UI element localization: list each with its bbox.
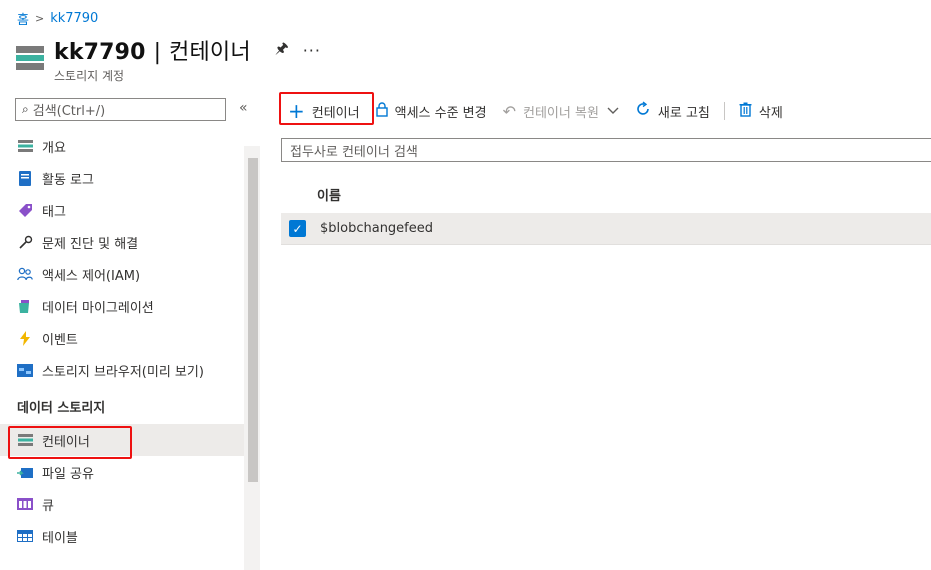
tag-icon	[17, 202, 33, 218]
more-options-button[interactable]: ···	[303, 41, 321, 60]
undo-icon: ↶	[502, 101, 517, 121]
storage-browser-icon	[17, 362, 33, 378]
restore-containers-button[interactable]: ↶ 컨테이너 복원	[495, 96, 627, 126]
file-share-icon	[17, 464, 33, 480]
checkmark-icon: ✓	[292, 221, 303, 236]
sidebar-nav: 개요 활동 로그 태그 문제 진단 및 해결 액세스 제어(IAM) 데이터 마…	[0, 130, 244, 552]
breadcrumb: 홈 > kk7790	[17, 9, 98, 28]
toolbar-divider	[723, 102, 725, 120]
sidebar-item-file-shares[interactable]: 파일 공유	[0, 456, 244, 488]
highlight-containers-nav	[8, 426, 132, 459]
page-header: kk7790 | 컨테이너 🖈︎ ··· 스토리지 계정	[16, 34, 321, 84]
queue-icon	[17, 496, 33, 512]
sidebar-section-data-storage: 데이터 스토리지	[17, 401, 106, 416]
refresh-button[interactable]: 새로 고침	[627, 96, 718, 126]
refresh-icon	[635, 101, 651, 121]
lightning-icon	[17, 330, 33, 346]
lock-icon	[375, 101, 388, 121]
table-row[interactable]: ✓ $blobchangefeed	[281, 213, 931, 245]
page-title: kk7790 | 컨테이너	[54, 40, 251, 65]
sidebar-item-events[interactable]: 이벤트	[0, 322, 244, 354]
sidebar-item-tags[interactable]: 태그	[0, 194, 244, 226]
sidebar-item-overview[interactable]: 개요	[0, 130, 244, 162]
breadcrumb-current[interactable]: kk7790	[50, 11, 98, 26]
people-icon	[17, 266, 33, 282]
sidebar-item-activity-log[interactable]: 활동 로그	[0, 162, 244, 194]
sidebar-item-access-control[interactable]: 액세스 제어(IAM)	[0, 258, 244, 290]
sidebar-item-storage-browser[interactable]: 스토리지 브라우저(미리 보기)	[0, 354, 244, 386]
migration-icon	[17, 298, 33, 314]
collapse-sidebar-button[interactable]: «	[239, 100, 248, 116]
delete-button[interactable]: 삭제	[731, 96, 791, 126]
sidebar-scrollbar-thumb[interactable]	[248, 158, 258, 482]
main-content: + 컨테이너 액세스 수준 변경 ↶ 컨테이너 복원 새로 고침 삭제 접두사로…	[278, 96, 931, 570]
sidebar-search-input[interactable]: ⌕ 검색(Ctrl+/)	[15, 98, 226, 121]
table-icon	[17, 528, 33, 544]
wrench-icon	[17, 234, 33, 250]
highlight-add-container	[279, 92, 374, 125]
change-access-level-button[interactable]: 액세스 수준 변경	[368, 96, 495, 126]
container-name[interactable]: $blobchangefeed	[320, 221, 433, 236]
activity-log-icon	[17, 170, 33, 186]
sidebar-item-queues[interactable]: 큐	[0, 488, 244, 520]
column-header-name[interactable]: 이름	[317, 185, 341, 204]
container-search-input[interactable]: 접두사로 컨테이너 검색	[281, 138, 931, 162]
pin-icon[interactable]: 🖈︎	[275, 38, 289, 63]
page-subtitle: 스토리지 계정	[54, 69, 125, 83]
row-checkbox[interactable]: ✓	[289, 220, 306, 237]
search-icon: ⌕	[22, 102, 29, 116]
sidebar-item-tables[interactable]: 테이블	[0, 520, 244, 552]
sidebar-item-diagnose[interactable]: 문제 진단 및 해결	[0, 226, 244, 258]
storage-account-icon	[16, 46, 44, 70]
trash-icon	[739, 102, 752, 121]
chevron-down-icon[interactable]	[607, 104, 619, 119]
breadcrumb-home[interactable]: 홈	[17, 9, 29, 28]
storage-icon	[17, 138, 33, 154]
sidebar: ⌕ 검색(Ctrl+/) « 개요 활동 로그 태그 문제 진단 및 해결 액세…	[0, 96, 261, 570]
sidebar-item-data-migration[interactable]: 데이터 마이그레이션	[0, 290, 244, 322]
chevron-right-icon: >	[34, 12, 45, 25]
